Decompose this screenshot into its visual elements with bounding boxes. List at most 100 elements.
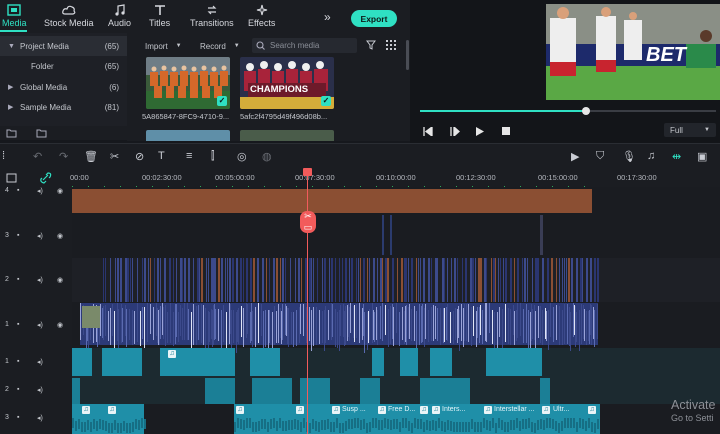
clip-segment[interactable] (300, 304, 301, 334)
clip-segment[interactable] (93, 419, 95, 429)
clip-segment[interactable] (562, 310, 563, 345)
clip-segment[interactable] (165, 305, 166, 346)
scissors-icon[interactable]: ✂ (110, 150, 119, 163)
clip-segment[interactable] (535, 311, 536, 348)
clip-segment[interactable] (169, 258, 171, 302)
clip-segment[interactable] (459, 310, 460, 351)
clip-segment[interactable] (409, 304, 410, 339)
clip-segment[interactable] (261, 419, 263, 429)
clip-segment[interactable] (110, 308, 111, 345)
clip-segment[interactable] (182, 258, 183, 302)
clip-segment[interactable] (270, 419, 272, 429)
clip-segment[interactable] (540, 419, 542, 429)
clip-segment[interactable] (378, 420, 380, 430)
clip-segment[interactable] (80, 303, 81, 340)
clip-segment[interactable] (315, 421, 317, 431)
clip-segment[interactable] (126, 309, 127, 347)
clip-segment[interactable] (444, 308, 445, 342)
clip-segment[interactable] (226, 312, 227, 348)
clip-segment[interactable] (382, 303, 383, 341)
sidebar-item-project-media[interactable]: ▼ Project Media (65) (0, 36, 127, 56)
clip-segment[interactable] (137, 303, 138, 342)
clip-segment[interactable] (547, 258, 549, 302)
clip-segment[interactable] (390, 306, 391, 344)
clip-segment[interactable] (550, 303, 551, 337)
clip-segment[interactable] (542, 258, 544, 302)
clip-segment[interactable] (335, 309, 336, 347)
clip-segment[interactable] (182, 308, 183, 340)
clip-segment[interactable] (546, 418, 548, 428)
clip-segment[interactable] (205, 378, 235, 404)
playhead-handle[interactable] (303, 168, 312, 176)
clip-segment[interactable] (321, 420, 323, 430)
clip-segment[interactable] (339, 423, 341, 433)
clip-segment[interactable] (438, 418, 440, 428)
clip-segment[interactable] (201, 258, 203, 302)
clip-segment[interactable] (100, 304, 101, 336)
clip-segment[interactable] (313, 307, 314, 346)
clip-segment[interactable] (300, 378, 330, 404)
clip-segment[interactable] (218, 309, 219, 341)
clip-segment[interactable] (188, 309, 189, 340)
clip-segment[interactable] (428, 310, 429, 342)
clip-segment[interactable] (325, 306, 326, 343)
clip-segment[interactable] (440, 308, 441, 345)
clip-segment[interactable] (576, 312, 577, 342)
clip-segment[interactable] (199, 258, 200, 302)
clip-segment[interactable] (425, 304, 426, 339)
clip-segment[interactable] (309, 423, 311, 433)
clip-segment[interactable] (276, 258, 278, 302)
clip-segment[interactable] (466, 304, 467, 341)
clip-segment[interactable] (340, 305, 341, 336)
track-header[interactable]: 1 ▪ ◂) (0, 358, 72, 368)
clip-segment[interactable] (475, 258, 476, 302)
clip-segment[interactable] (141, 418, 143, 428)
clip-segment[interactable] (358, 258, 359, 302)
clip-segment[interactable] (406, 258, 407, 302)
playhead[interactable] (307, 169, 308, 434)
speaker-icon[interactable]: ◂) (37, 414, 43, 422)
clip-segment[interactable] (276, 421, 278, 431)
clip-segment[interactable] (393, 307, 394, 346)
clip-segment[interactable] (84, 422, 86, 432)
clip-segment[interactable] (295, 258, 296, 302)
clip-segment[interactable] (345, 421, 347, 431)
clip-segment[interactable] (480, 258, 482, 302)
clip-segment[interactable] (126, 423, 128, 433)
clip-segment[interactable] (444, 422, 446, 432)
clip-segment[interactable] (333, 422, 335, 432)
play-icon[interactable] (476, 127, 484, 136)
clip-segment[interactable] (134, 311, 135, 344)
clip-segment[interactable] (380, 306, 381, 339)
clip-segment[interactable] (393, 419, 395, 429)
clip-segment[interactable] (342, 258, 343, 302)
clip-segment[interactable] (164, 258, 166, 302)
clip-segment[interactable] (419, 304, 420, 345)
clip-segment[interactable] (357, 418, 359, 428)
clip-segment[interactable] (110, 258, 111, 302)
clip-segment[interactable] (120, 423, 122, 433)
clip-segment[interactable] (508, 308, 509, 344)
delete-icon[interactable]: 🗑 (84, 150, 98, 163)
clip-segment[interactable] (160, 306, 161, 339)
media-scrollbar[interactable] (406, 40, 409, 70)
clip-segment[interactable] (537, 258, 539, 302)
clip-segment[interactable] (447, 420, 449, 430)
clip-segment[interactable] (447, 304, 448, 341)
clip-segment[interactable] (173, 312, 174, 346)
clip-segment[interactable] (102, 420, 104, 430)
eye-icon[interactable]: ◉ (57, 276, 63, 284)
clip-segment[interactable] (495, 423, 497, 433)
clip-segment[interactable] (188, 258, 190, 302)
clip-segment[interactable] (468, 422, 470, 432)
clip-segment[interactable] (142, 307, 143, 339)
clip-segment[interactable] (367, 258, 368, 302)
clip-segment[interactable] (385, 305, 386, 335)
track-header[interactable]: 3 ▪ ◂) ◉ (0, 232, 72, 242)
clip-segment[interactable] (263, 311, 264, 349)
clip-segment[interactable] (505, 304, 506, 342)
clip-segment[interactable] (309, 307, 310, 341)
stop-icon[interactable] (502, 127, 510, 135)
new-folder-icon[interactable] (6, 128, 17, 138)
lock-icon[interactable]: ▪ (17, 232, 19, 239)
